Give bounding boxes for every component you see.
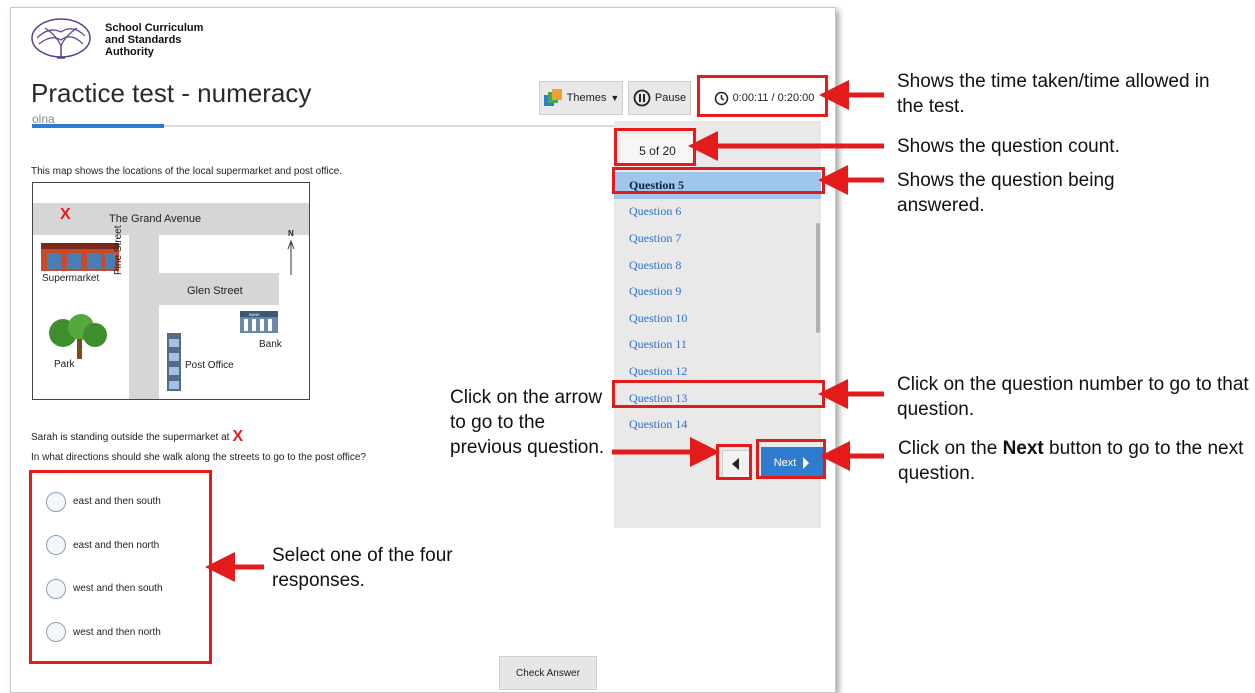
annotation-timer: Shows the time taken/time allowed in the… [897, 71, 1210, 117]
annotation-next-bold: Next [1002, 438, 1044, 459]
annotation-responses: Select one of the four responses. [272, 545, 453, 591]
annotation-next: Click on the Next button to go to the ne… [898, 438, 1244, 484]
annotation-prev: Click on the arrow to go to the previous… [450, 387, 605, 458]
annotation-count: Shows the question count. [897, 136, 1120, 157]
annotation-current: Shows the question being answered. [897, 170, 1115, 216]
annotation-goto: Click on the question number to go to th… [897, 374, 1249, 420]
